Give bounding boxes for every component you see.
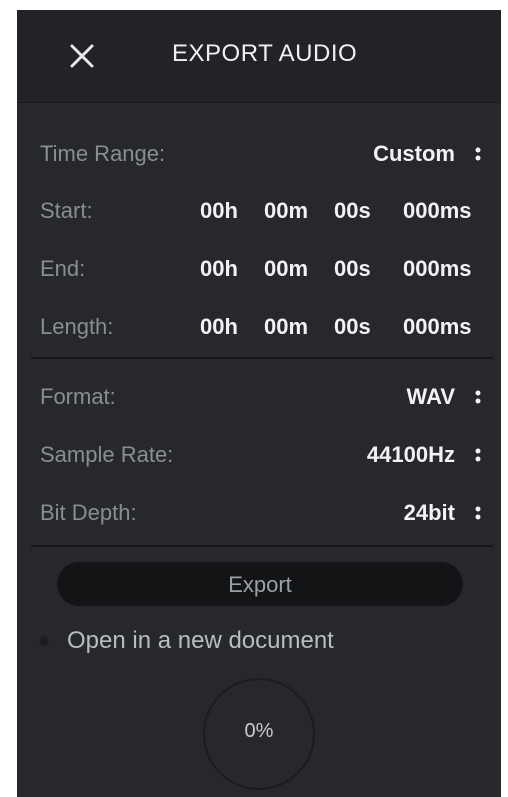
end-seconds-field[interactable]: 00s — [334, 256, 371, 282]
panel-title: EXPORT AUDIO — [172, 40, 358, 67]
end-row: End: 00h 00m 00s 000ms — [17, 248, 501, 288]
end-ms-field[interactable]: 000ms — [403, 256, 472, 282]
sample-rate-row: Sample Rate: 44100Hz — [17, 434, 501, 474]
up-down-chevron-icon — [475, 390, 481, 404]
divider — [31, 545, 493, 547]
up-down-chevron-icon — [475, 448, 481, 462]
divider — [31, 357, 493, 359]
length-hours-value: 00h — [200, 314, 238, 339]
time-range-select[interactable]: Custom — [293, 133, 493, 173]
start-label: Start: — [40, 198, 93, 223]
end-hours-field[interactable]: 00h — [200, 256, 238, 282]
open-new-document-label: Open in a new document — [67, 627, 334, 654]
close-button[interactable] — [67, 41, 97, 71]
up-down-chevron-icon — [475, 506, 481, 520]
length-minutes-value: 00m — [264, 314, 309, 339]
end-label: End: — [40, 256, 86, 281]
time-range-row: Time Range: Custom — [17, 133, 501, 173]
start-minutes-field[interactable]: 00m — [264, 198, 308, 224]
export-button[interactable]: Export — [57, 562, 463, 606]
open-new-document-option[interactable]: Open in a new document — [35, 624, 455, 658]
format-row: Format: WAV — [17, 376, 501, 416]
export-button-label: Export — [228, 572, 292, 597]
length-label: Length: — [40, 314, 114, 339]
format-select[interactable]: WAV — [353, 376, 493, 416]
close-icon — [70, 44, 94, 68]
start-ms-field[interactable]: 000ms — [403, 198, 472, 224]
bit-depth-row: Bit Depth: 24bit — [17, 492, 501, 532]
bit-depth-label: Bit Depth: — [40, 500, 137, 525]
bit-depth-select[interactable]: 24bit — [333, 492, 493, 532]
format-label: Format: — [40, 384, 116, 409]
start-seconds-field[interactable]: 00s — [334, 198, 371, 224]
open-new-document-checkbox[interactable] — [39, 636, 49, 646]
length-row: Length: 00h 00m 00s 000ms — [17, 306, 501, 346]
time-range-label: Time Range: — [40, 141, 166, 166]
up-down-chevron-icon — [475, 147, 481, 161]
export-audio-panel: EXPORT AUDIO Time Range: Custom Start: 0… — [17, 10, 501, 797]
length-seconds-value: 00s — [334, 314, 371, 339]
panel-header: EXPORT AUDIO — [17, 10, 501, 103]
sample-rate-select[interactable]: 44100Hz — [313, 434, 493, 474]
start-hours-field[interactable]: 00h — [200, 198, 238, 224]
end-minutes-field[interactable]: 00m — [264, 256, 308, 282]
format-value: WAV — [406, 384, 455, 409]
sample-rate-value: 44100Hz — [366, 442, 455, 467]
length-ms-value: 000ms — [403, 314, 472, 339]
time-range-value: Custom — [373, 141, 455, 166]
sample-rate-label: Sample Rate: — [40, 442, 174, 467]
start-row: Start: 00h 00m 00s 000ms — [17, 190, 501, 230]
progress-percent: 0% — [244, 720, 274, 742]
progress-indicator: 0% — [203, 678, 315, 790]
bit-depth-value: 24bit — [403, 500, 455, 525]
